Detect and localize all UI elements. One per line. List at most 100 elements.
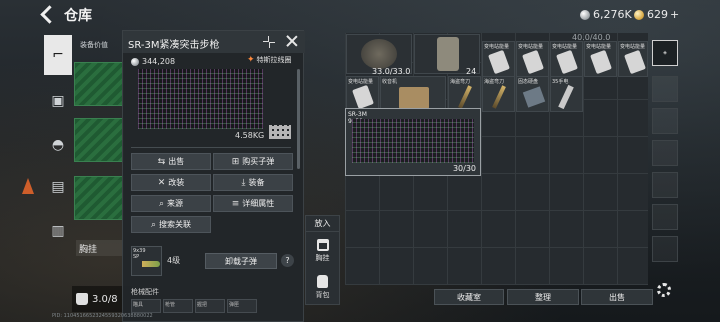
special-tag: 特斯拉线圈	[247, 55, 292, 65]
source-label: 来源	[167, 199, 184, 208]
weapon-preview-image	[138, 69, 263, 129]
stash-item[interactable]: 变电站能量	[346, 76, 379, 112]
equipment-value-label: 装备价值	[80, 41, 108, 49]
item-count: 24	[466, 67, 477, 76]
search-related-button[interactable]: ⌕ 搜索关联	[131, 216, 211, 233]
stash-item[interactable]: 变电站能量	[482, 41, 515, 77]
sell-icon: ⇆	[157, 156, 166, 167]
ssd-icon	[522, 86, 546, 108]
help-icon[interactable]: ?	[281, 254, 294, 267]
sell-button[interactable]: ⇆ 出售	[131, 153, 211, 170]
flashlight-icon	[558, 84, 574, 110]
equip-button[interactable]: ⤓ 装备	[213, 174, 293, 191]
item-label: 变电站能量	[348, 79, 374, 85]
rail-tab[interactable]	[652, 108, 678, 134]
strip-doc-icon[interactable]: ▤	[44, 172, 72, 202]
strip-medkit-icon[interactable]: ▥	[44, 216, 72, 246]
gear-icon[interactable]	[657, 283, 671, 297]
stash-item[interactable]: 变电站能量	[618, 41, 648, 77]
buy-ammo-button[interactable]: ⊞ 购买子弹	[213, 153, 293, 170]
strip-helmet-icon[interactable]: ◓	[44, 130, 72, 160]
equipment-slot[interactable]	[74, 118, 124, 162]
left-category-strip: ⌐ ▣ ◓ ▤ ▥	[44, 30, 72, 295]
radio-icon	[399, 87, 429, 109]
chest-text: 胸挂	[315, 254, 330, 262]
top-bar: 仓库 6,276K 629 +	[0, 0, 720, 32]
attachment-tab[interactable]: 握把	[195, 299, 225, 313]
item-label: 变电站能量	[586, 44, 612, 50]
stash-item[interactable]: 收音机	[380, 76, 446, 112]
stash-item[interactable]: 变电站能量	[550, 41, 583, 77]
item-label: 海盗弯刀	[484, 79, 505, 85]
unload-ammo-button[interactable]: 卸载子弹	[205, 253, 277, 269]
traffic-cone-icon	[22, 178, 34, 194]
details-button[interactable]: ≡ 详细属性	[213, 195, 293, 212]
sell-label: 出售	[168, 157, 185, 166]
rail-tab[interactable]	[652, 76, 678, 102]
details-label: 详细属性	[242, 199, 275, 208]
stash-item[interactable]: 35手电	[550, 76, 583, 112]
player-id: PID: 1104516652324559320638880022	[52, 313, 153, 319]
equipment-slot[interactable]	[74, 176, 124, 220]
strip-gun-icon[interactable]: ⌐	[44, 35, 72, 75]
item-weight: 4.58KG	[235, 131, 265, 140]
search-related-label: 搜索关联	[159, 220, 192, 229]
equipment-slot[interactable]	[74, 62, 124, 106]
put-in-chest-button[interactable]: 胸挂	[306, 234, 339, 268]
rail-tab[interactable]	[652, 204, 678, 230]
gold-currency[interactable]: 629 +	[634, 8, 679, 21]
strip-armor-icon[interactable]: ▣	[44, 86, 72, 116]
canister-icon	[488, 49, 510, 75]
item-label: 收音机	[382, 79, 398, 85]
put-in-backpack-button[interactable]: 背包	[306, 270, 339, 304]
ammo-tier: 4级	[167, 256, 181, 265]
silver-coin-icon	[131, 57, 139, 66]
backpack-text: 背包	[315, 290, 330, 299]
sell-all-button[interactable]: 出售	[581, 289, 653, 305]
item-label: 变电站能量	[620, 44, 646, 50]
chest-row[interactable]: 胸挂	[76, 240, 124, 256]
collection-room-button[interactable]: 收藏室	[434, 289, 504, 305]
scrollbar[interactable]	[297, 69, 300, 169]
put-in-panel: 放入 胸挂 背包	[305, 215, 340, 305]
put-in-label: 放入	[306, 216, 339, 232]
attachment-tab[interactable]: 瞄具	[131, 299, 161, 313]
rail-tab[interactable]	[652, 140, 678, 166]
silver-coin-icon	[580, 9, 590, 20]
helmet-icon	[361, 39, 397, 69]
rail-tab[interactable]	[652, 236, 678, 262]
bag-icon	[76, 293, 88, 305]
item-label: 海盗弯刀	[450, 79, 471, 85]
stash-item[interactable]: 变电站能量	[516, 41, 549, 77]
chest-label: 胸挂	[79, 245, 98, 255]
attachment-tab[interactable]: 弹匣	[227, 299, 257, 313]
stash-item[interactable]: 固态硬盘	[516, 76, 549, 112]
stash-item-rifle[interactable]: SR-3M9x39 30/30	[345, 108, 481, 176]
silver-amount: 6,276K	[593, 8, 632, 21]
stash-item[interactable]: 变电站能量	[584, 41, 617, 77]
source-button[interactable]: ⌕ 来源	[131, 195, 211, 212]
item-label: 变电站能量	[484, 44, 510, 50]
grid-size-icon	[269, 125, 291, 139]
close-icon[interactable]	[285, 34, 299, 48]
modify-button[interactable]: ✕ 改装	[131, 174, 211, 191]
attachment-tab[interactable]: 枪管	[163, 299, 193, 313]
shrink-icon[interactable]	[263, 36, 275, 48]
wrench-icon: ✕	[157, 177, 166, 188]
rail-tab-stash-icon[interactable]: ◈	[652, 40, 678, 66]
rail-tab[interactable]	[652, 172, 678, 198]
list-icon: ≡	[231, 198, 240, 209]
organize-button[interactable]: 整理	[507, 289, 579, 305]
item-label: 变电站能量	[552, 44, 578, 50]
stash-item[interactable]: 海盗弯刀	[482, 76, 515, 112]
right-tab-rail: ◈	[652, 36, 678, 286]
search-icon: ⌕	[150, 219, 157, 230]
search-icon: ⌕	[158, 198, 165, 209]
gold-plus-icon[interactable]: +	[670, 8, 679, 21]
gold-amount: 629	[647, 8, 668, 21]
gold-coin-icon	[634, 9, 644, 20]
ammo-slot[interactable]: 9x39 SP	[131, 246, 162, 276]
canister-icon	[556, 49, 578, 75]
stash-item[interactable]: 海盗弯刀	[448, 76, 481, 112]
back-arrow-icon[interactable]	[38, 4, 56, 24]
